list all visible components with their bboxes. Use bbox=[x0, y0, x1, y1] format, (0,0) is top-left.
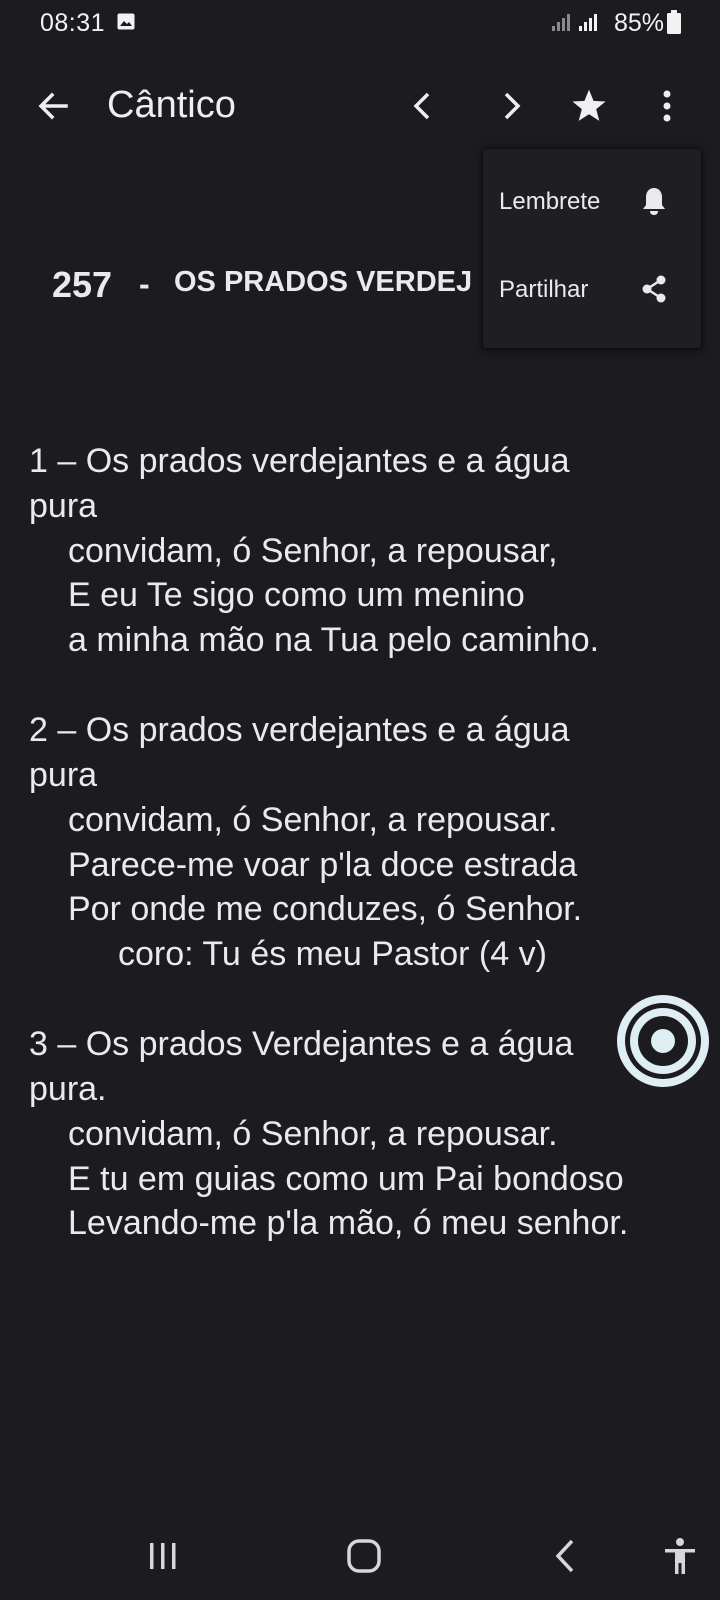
lyric-line: coro: Tu és meu Pastor (4 v) bbox=[118, 935, 547, 973]
nav-back-icon[interactable] bbox=[535, 1526, 595, 1586]
overflow-menu: Lembrete Partilhar bbox=[483, 149, 701, 348]
recent-apps-icon[interactable] bbox=[133, 1526, 193, 1586]
lyric-line: 1 – Os prados verdejantes e a água bbox=[29, 442, 570, 480]
bell-icon bbox=[643, 188, 665, 215]
menu-item-reminder[interactable]: Lembrete bbox=[483, 158, 701, 246]
gallery-icon bbox=[117, 13, 135, 30]
home-icon[interactable] bbox=[334, 1526, 394, 1586]
lyric-line: convidam, ó Senhor, a repousar. bbox=[68, 801, 558, 839]
status-time: 08:31 bbox=[40, 9, 106, 37]
signal-icon bbox=[579, 14, 597, 31]
battery-icon bbox=[667, 10, 681, 34]
song-separator: - bbox=[139, 266, 150, 302]
battery-level: 85% bbox=[614, 9, 665, 37]
lyric-line: Parece-me voar p'la doce estrada bbox=[68, 846, 578, 884]
lyric-line: pura bbox=[29, 756, 98, 794]
chevron-left-icon[interactable] bbox=[394, 78, 450, 134]
lyric-line: a minha mão na Tua pelo caminho. bbox=[68, 621, 600, 659]
accessibility-icon[interactable] bbox=[650, 1526, 710, 1586]
system-nav-bar bbox=[0, 1514, 720, 1600]
menu-item-share[interactable]: Partilhar bbox=[483, 246, 701, 334]
menu-item-label: Lembrete bbox=[499, 188, 601, 215]
lyric-line: Por onde me conduzes, ó Senhor. bbox=[68, 890, 583, 928]
chevron-right-icon[interactable] bbox=[484, 78, 540, 134]
lyric-line: E eu Te sigo como um menino bbox=[68, 576, 525, 614]
lyric-line: Levando-me p'la mão, ó meu senhor. bbox=[68, 1204, 629, 1242]
back-arrow-icon[interactable] bbox=[25, 78, 81, 134]
lyric-line: 3 – Os prados Verdejantes e a água bbox=[29, 1025, 574, 1063]
signal-icon bbox=[552, 14, 570, 31]
star-icon[interactable] bbox=[561, 78, 617, 134]
status-bar: 08:31 85% bbox=[0, 0, 720, 46]
share-icon bbox=[642, 275, 666, 303]
song-title: OS PRADOS VERDEJ bbox=[174, 266, 473, 298]
lyric-line: convidam, ó Senhor, a repousar, bbox=[68, 532, 558, 570]
song-number: 257 bbox=[52, 264, 113, 305]
lyric-line: E tu em guias como um Pai bondoso bbox=[68, 1160, 624, 1198]
lyric-line: 2 – Os prados verdejantes e a água bbox=[29, 711, 570, 749]
page-title: Cântico bbox=[107, 84, 236, 126]
more-vert-icon[interactable] bbox=[639, 78, 695, 134]
lyric-line: convidam, ó Senhor, a repousar. bbox=[68, 1115, 558, 1153]
lyric-line: pura bbox=[29, 487, 98, 525]
lyric-line: pura. bbox=[29, 1070, 107, 1108]
app-bar: Cântico bbox=[0, 64, 720, 148]
menu-item-label: Partilhar bbox=[499, 276, 589, 303]
record-target-button[interactable] bbox=[616, 994, 710, 1088]
